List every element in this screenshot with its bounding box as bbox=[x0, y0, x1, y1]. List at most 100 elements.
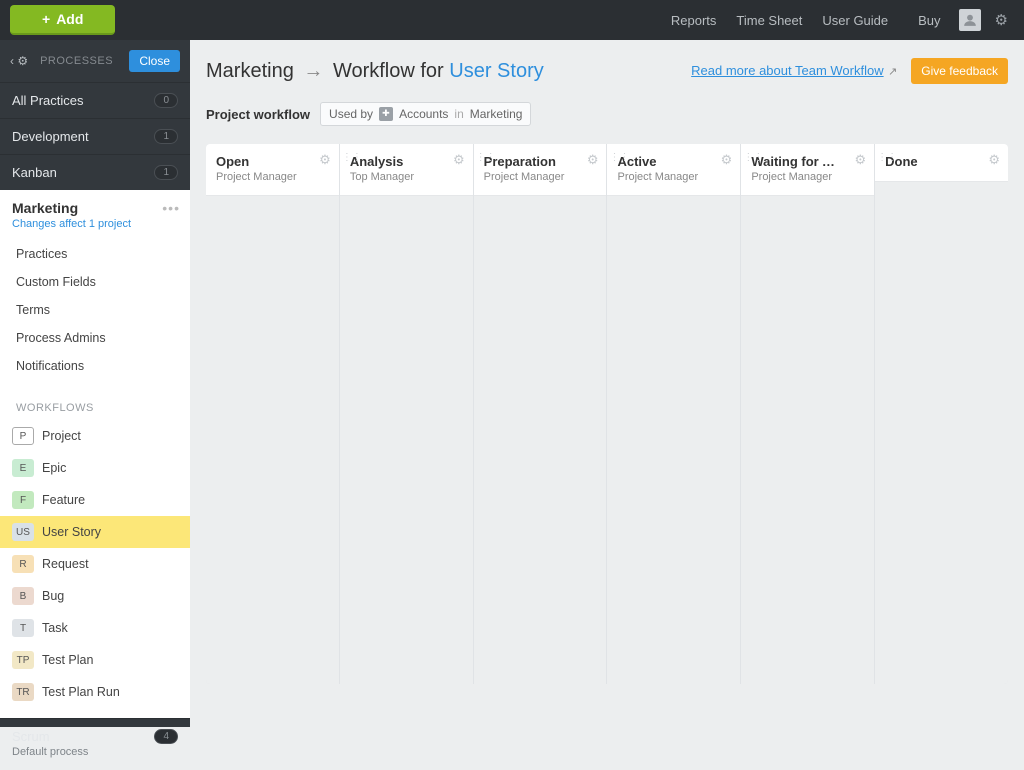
column-role: Project Manager bbox=[617, 171, 730, 183]
breadcrumb: Marketing → Workflow for User Story bbox=[206, 60, 544, 83]
category-count: 1 bbox=[154, 129, 178, 144]
workflows-section-label: WORKFLOWS bbox=[0, 388, 190, 420]
drag-handle-icon[interactable]: ⋮⋮ bbox=[877, 154, 897, 162]
workflow-label: User Story bbox=[42, 525, 101, 539]
drag-handle-icon[interactable]: ⋮⋮ bbox=[342, 154, 362, 162]
column-title: Preparation bbox=[484, 154, 597, 169]
sidebar-panel: Marketing Changes affect 1 project ••• P… bbox=[0, 190, 190, 718]
gear-icon[interactable]: ⚙ bbox=[587, 152, 599, 168]
workflow-label: Task bbox=[42, 621, 68, 635]
workflow-item-epic[interactable]: EEpic bbox=[0, 452, 190, 484]
workflow-item-user-story[interactable]: USUser Story bbox=[0, 516, 190, 548]
kanban-board: ⋮⋮ Open Project Manager ⚙ ⋮⋮ Analysis To… bbox=[206, 144, 1008, 684]
workflow-item-test-plan[interactable]: TPTest Plan bbox=[0, 644, 190, 676]
topbar: + Add Reports Time Sheet User Guide Buy … bbox=[0, 0, 1024, 40]
close-button[interactable]: Close bbox=[129, 50, 180, 72]
sidebar-item-scrum[interactable]: Scrum 4 Default process bbox=[0, 718, 190, 770]
workflow-item-project[interactable]: PProject bbox=[0, 420, 190, 452]
team-workflow-link[interactable]: Read more about Team Workflow bbox=[691, 63, 883, 78]
workflow-badge: T bbox=[12, 619, 34, 637]
category-label: Kanban bbox=[12, 165, 57, 180]
board-column: ⋮⋮ Open Project Manager ⚙ bbox=[206, 144, 339, 684]
workflow-item-request[interactable]: R Request bbox=[0, 548, 190, 580]
used-by-chip[interactable]: Used by Accounts in Marketing bbox=[320, 102, 531, 126]
column-header[interactable]: ⋮⋮ Analysis Top Manager ⚙ bbox=[340, 144, 473, 196]
accounts-icon bbox=[379, 107, 393, 121]
column-role: Project Manager bbox=[484, 171, 597, 183]
gear-icon[interactable]: ⚙ bbox=[854, 152, 866, 168]
sidebar-item[interactable]: Practices bbox=[0, 240, 190, 268]
workflow-item-task[interactable]: T Task bbox=[0, 612, 190, 644]
sidebar: ‹ ⚙ PROCESSES Close All Practices0Develo… bbox=[0, 40, 190, 727]
column-title: Waiting for Ap… bbox=[751, 154, 864, 169]
top-link-reports[interactable]: Reports bbox=[661, 13, 727, 28]
column-role: Project Manager bbox=[216, 171, 329, 183]
usedby-prefix: Used by bbox=[329, 107, 373, 121]
category-count: 1 bbox=[154, 165, 178, 180]
collapse-icon[interactable]: ‹ ⚙ bbox=[10, 54, 28, 68]
content: Marketing → Workflow for User Story Read… bbox=[190, 40, 1024, 727]
scrum-subtitle: Default process bbox=[12, 746, 178, 758]
top-link-userguide[interactable]: User Guide bbox=[812, 13, 898, 28]
usedby-project: Marketing bbox=[470, 107, 523, 121]
drag-handle-icon[interactable]: ⋮⋮ bbox=[743, 154, 763, 162]
workflow-item-test-plan-run[interactable]: TRTest Plan Run bbox=[0, 676, 190, 708]
settings-icon[interactable]: ⚙ bbox=[989, 11, 1014, 29]
column-role: Top Manager bbox=[350, 171, 463, 183]
category-label: Development bbox=[12, 129, 89, 144]
workflow-item-bug[interactable]: BBug bbox=[0, 580, 190, 612]
arrow-icon: → bbox=[303, 60, 323, 82]
board-column: ⋮⋮ Active Project Manager ⚙ bbox=[607, 144, 740, 684]
gear-icon[interactable]: ⚙ bbox=[453, 152, 465, 168]
scrum-title: Scrum bbox=[12, 729, 50, 744]
board-column: ⋮⋮ Analysis Top Manager ⚙ bbox=[340, 144, 473, 684]
crumb-entity[interactable]: User Story bbox=[449, 60, 543, 82]
sidebar-item[interactable]: Terms bbox=[0, 296, 190, 324]
feedback-button[interactable]: Give feedback bbox=[911, 58, 1008, 84]
avatar[interactable] bbox=[959, 9, 981, 31]
sidebar-category[interactable]: Development 1 bbox=[0, 118, 190, 154]
column-body[interactable] bbox=[206, 196, 339, 684]
column-body[interactable] bbox=[741, 196, 874, 684]
column-body[interactable] bbox=[474, 196, 607, 684]
more-icon[interactable]: ••• bbox=[162, 200, 180, 216]
crumb-root: Marketing bbox=[206, 60, 294, 82]
column-title: Open bbox=[216, 154, 329, 169]
column-body[interactable] bbox=[607, 196, 740, 684]
drag-handle-icon[interactable]: ⋮⋮ bbox=[609, 154, 629, 162]
column-header[interactable]: ⋮⋮ Preparation Project Manager ⚙ bbox=[474, 144, 607, 196]
column-header[interactable]: ⋮⋮ Done ⚙ bbox=[875, 144, 1008, 182]
column-body[interactable] bbox=[875, 182, 1008, 684]
usedby-accounts: Accounts bbox=[399, 107, 448, 121]
plus-icon: + bbox=[42, 11, 50, 27]
project-workflow-label: Project workflow bbox=[206, 107, 310, 122]
workflow-label: Request bbox=[42, 557, 89, 571]
workflow-badge: F bbox=[12, 491, 34, 509]
panel-subtitle[interactable]: Changes affect 1 project bbox=[12, 218, 178, 230]
workflow-label: Bug bbox=[42, 589, 64, 603]
sidebar-item[interactable]: Process Admins bbox=[0, 324, 190, 352]
drag-handle-icon[interactable]: ⋮⋮ bbox=[476, 154, 496, 162]
column-title: Active bbox=[617, 154, 730, 169]
top-link-timesheet[interactable]: Time Sheet bbox=[726, 13, 812, 28]
usedby-in: in bbox=[454, 107, 463, 121]
gear-icon[interactable]: ⚙ bbox=[721, 152, 733, 168]
add-button[interactable]: + Add bbox=[10, 5, 115, 35]
column-body[interactable] bbox=[340, 196, 473, 684]
workflow-label: Test Plan bbox=[42, 653, 93, 667]
sidebar-category[interactable]: All Practices0 bbox=[0, 82, 190, 118]
sidebar-item[interactable]: Custom Fields bbox=[0, 268, 190, 296]
workflow-item-feature[interactable]: FFeature bbox=[0, 484, 190, 516]
top-link-buy[interactable]: Buy bbox=[908, 13, 950, 28]
column-role: Project Manager bbox=[751, 171, 864, 183]
gear-icon[interactable]: ⚙ bbox=[319, 152, 331, 168]
gear-icon[interactable]: ⚙ bbox=[988, 152, 1000, 168]
workflow-badge: R bbox=[12, 555, 34, 573]
sidebar-category[interactable]: Kanban 1 bbox=[0, 154, 190, 190]
scrum-count: 4 bbox=[154, 729, 178, 744]
sidebar-item[interactable]: Notifications bbox=[0, 352, 190, 380]
workflow-label: Epic bbox=[42, 461, 66, 475]
column-header[interactable]: ⋮⋮ Waiting for Ap… Project Manager ⚙ bbox=[741, 144, 874, 196]
column-header[interactable]: ⋮⋮ Active Project Manager ⚙ bbox=[607, 144, 740, 196]
column-header[interactable]: ⋮⋮ Open Project Manager ⚙ bbox=[206, 144, 339, 196]
